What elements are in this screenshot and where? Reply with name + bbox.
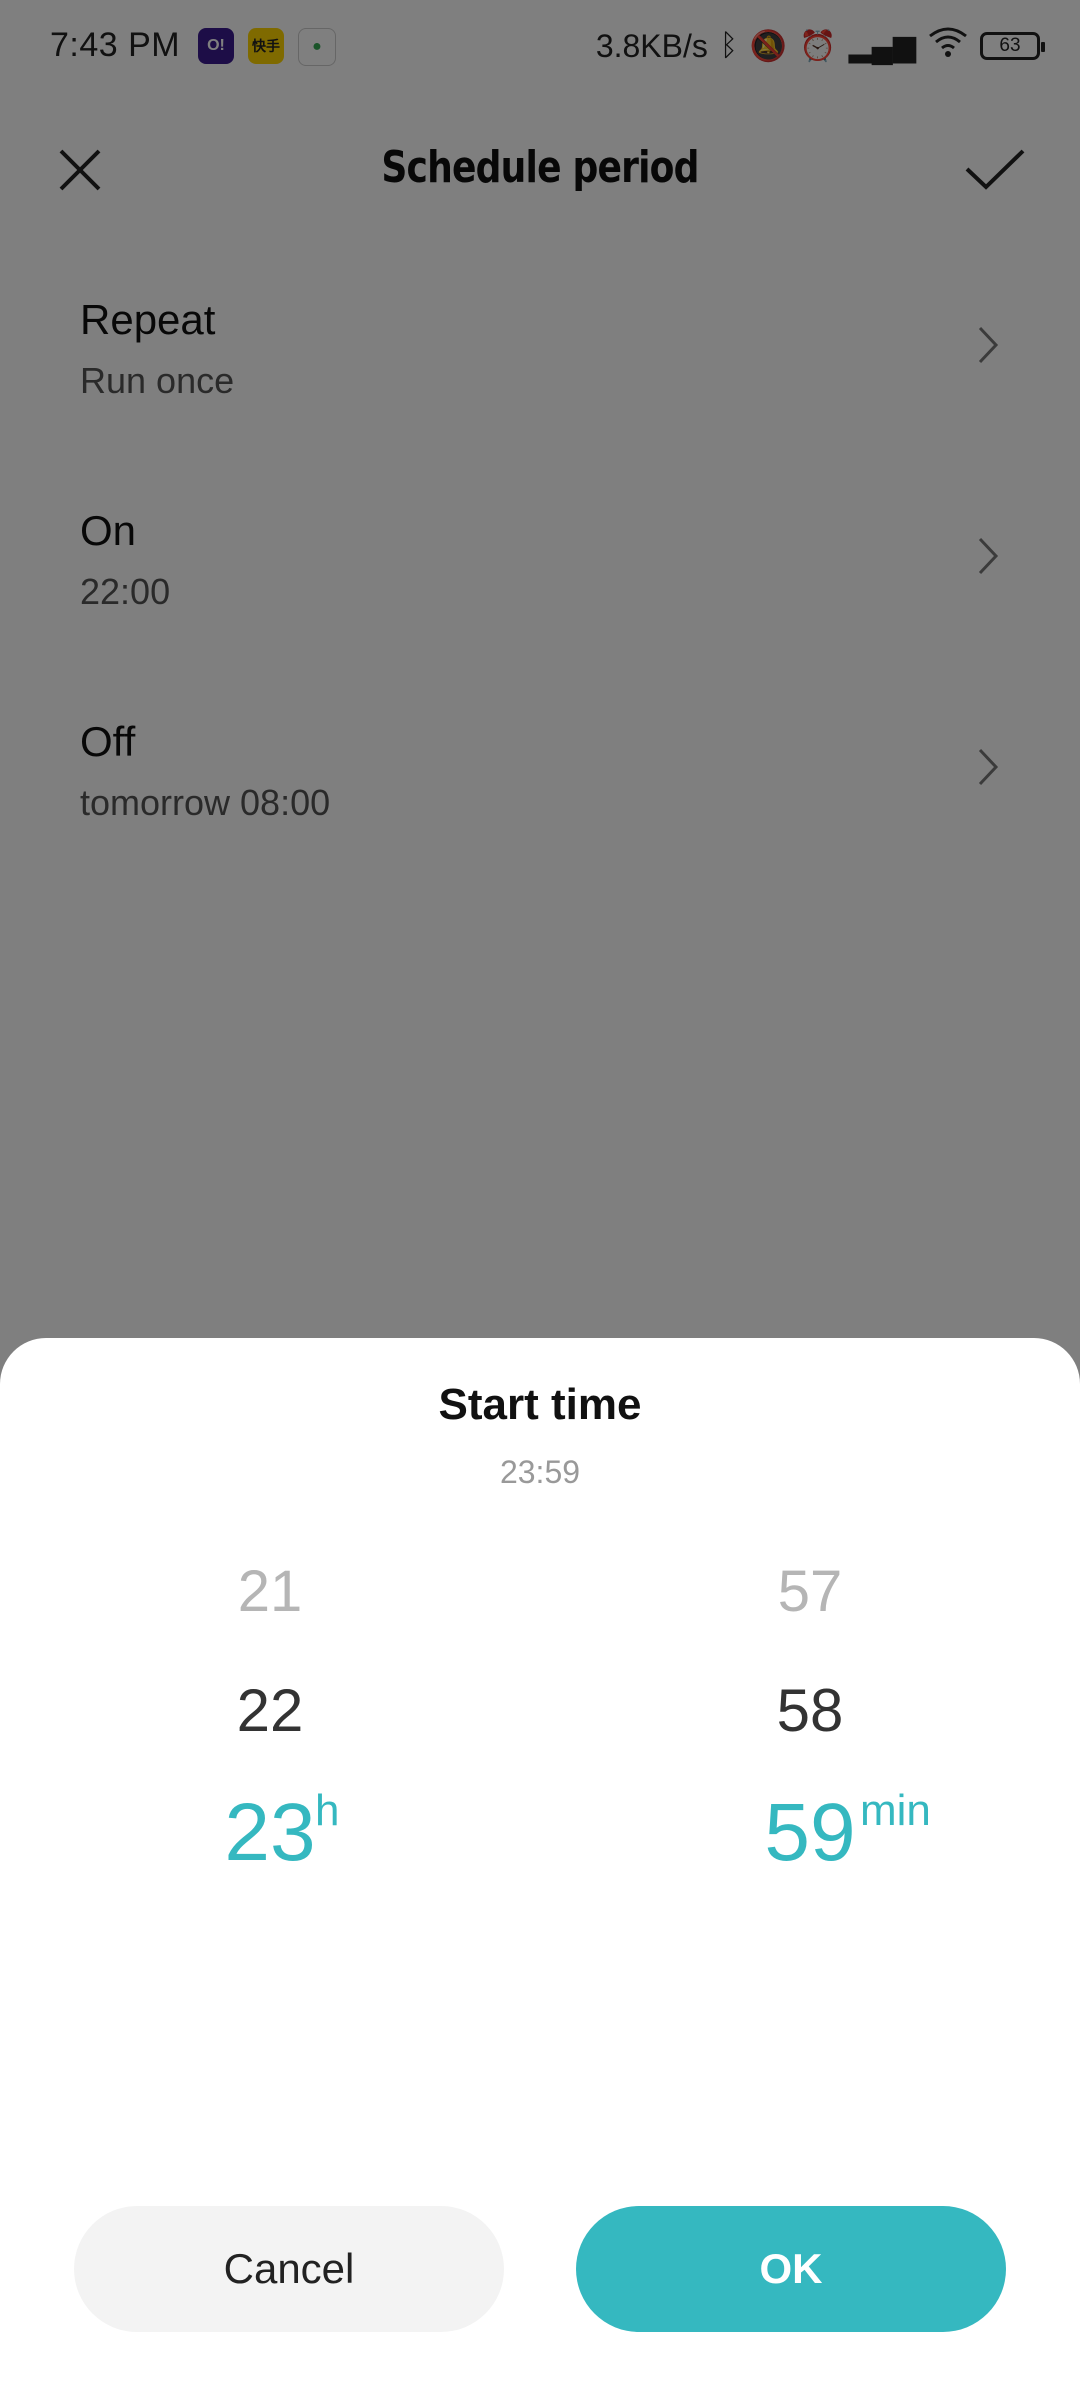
cancel-button[interactable]: Cancel: [74, 2206, 504, 2332]
hour-option[interactable]: 22: [110, 1676, 430, 1745]
selected-time-preview: 23:59: [499, 1454, 581, 1490]
minute-picker[interactable]: 57 58 59 min: [650, 1558, 970, 1978]
hour-selected[interactable]: 23: [110, 1786, 430, 1880]
time-picker-sheet: Start time 23:59 21 22 23 h 57 58 59 min…: [0, 1338, 1080, 2400]
minute-option[interactable]: 57: [650, 1558, 970, 1625]
hour-picker[interactable]: 21 22 23 h: [110, 1558, 430, 1978]
minute-unit-label: min: [860, 1786, 931, 1835]
hour-option[interactable]: 21: [110, 1558, 430, 1625]
minute-option[interactable]: 58: [650, 1676, 970, 1745]
sheet-title: Start time: [438, 1380, 642, 1429]
screen: 7:43 PM O! 快手 ● 3.8KB/s ᛒ 🔕 ⏰ ▂▄▆ 63: [0, 0, 1080, 2400]
ok-button[interactable]: OK: [576, 2206, 1006, 2332]
hour-unit-label: h: [315, 1786, 340, 1835]
